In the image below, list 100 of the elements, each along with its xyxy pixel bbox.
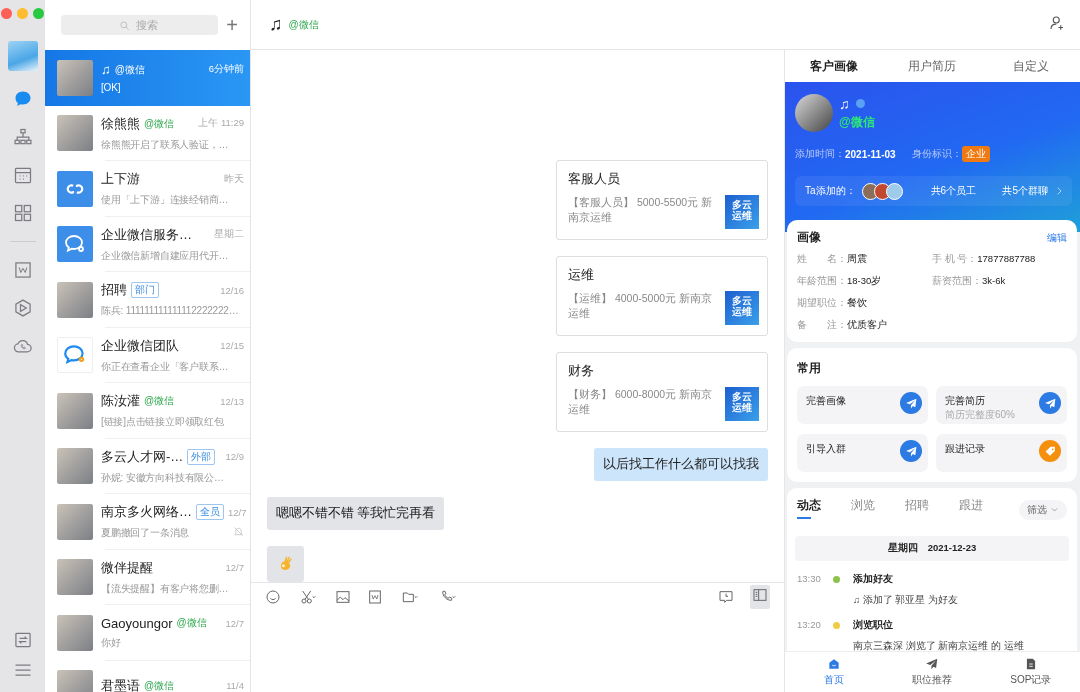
event-title: 浏览职位 (853, 619, 894, 632)
job-title: 运维 (568, 267, 595, 284)
nav-tab[interactable]: SOP记录 (981, 652, 1080, 692)
doc-icon (12, 260, 33, 280)
home-icon (827, 657, 842, 671)
staff-count: 共6个员工 (930, 184, 977, 198)
chat-item[interactable]: Gaoyoungor @微信 12/7 你好 (45, 605, 250, 661)
job-description: 【客服人员】 5000-5500元 新南京运维 (568, 195, 714, 226)
chat-history-icon (718, 589, 734, 606)
chat-time: 12/7 (225, 617, 244, 629)
added-by-bar[interactable]: Ta添加的： 共6个员工 共5个群聊 (795, 176, 1072, 206)
field-label: Ta添加的： (805, 184, 856, 198)
paper-plane-icon (1039, 392, 1061, 414)
org-icon (12, 127, 33, 147)
chat-time: 12/15 (220, 340, 244, 352)
job-thumbnail: 多云运维 (725, 387, 759, 421)
group-tag: 外部 (187, 448, 216, 465)
section-title: 常用 (797, 362, 821, 374)
chat-name: 企业微信服务… (101, 225, 192, 244)
wechat-tag: @微信 (144, 394, 175, 409)
chat-name: 多云人才网-… (101, 447, 184, 466)
wechat-tag: @微信 (288, 17, 319, 32)
group-count: 共5个群聊 (1002, 184, 1048, 198)
close-button[interactable] (1, 8, 12, 19)
field-label: 薪资范围： (932, 275, 982, 288)
activity-tab[interactable]: 招聘 (905, 498, 959, 526)
activity-tab[interactable]: 动态 (797, 498, 851, 526)
job-card[interactable]: 运维 【运维】 4000-5000元 新南京运维 多云运维 (556, 256, 768, 336)
tag-icon (1039, 440, 1061, 462)
message-preview: 【流失提醒】有客户将您删… (101, 581, 229, 596)
panel-tab[interactable]: 客户画像 (785, 50, 884, 82)
chat-time: 12/7 (228, 506, 247, 518)
chat-name: 微伴提醒 (101, 558, 153, 577)
job-card[interactable]: 财务 【财务】 6000-8000元 新南京运维 多云运维 (556, 352, 768, 432)
job-description: 【财务】 6000-8000元 新南京运维 (568, 387, 714, 418)
chat-time: 12/9 (225, 451, 244, 463)
identity-badge: 企业 (961, 146, 990, 162)
filter-button[interactable]: 筛选 (1019, 499, 1067, 520)
calendar-icon (12, 165, 33, 185)
image-icon (335, 589, 351, 606)
chat-item[interactable]: 多云人才网-… 外部 12/9 孙妮: 安徽方向科技有限公… (45, 438, 250, 494)
event-text: ♫ 添加了 郭亚星 为好友 (853, 594, 960, 607)
chat-time: 昨天 (224, 172, 244, 186)
group-tag: 全员 (196, 504, 224, 521)
zoom-button[interactable] (33, 8, 44, 19)
chat-item[interactable]: 徐熊熊 @微信 上午 11:29 徐熊熊开启了联系人验证，… (45, 105, 250, 161)
chat-name: 上下游 (101, 170, 140, 189)
panel-tab[interactable]: 用户简历 (883, 50, 982, 82)
minimize-button[interactable] (17, 8, 28, 19)
field-value: 餐饮 (847, 297, 867, 310)
field-label: 添加时间： (795, 147, 845, 161)
edit-link[interactable]: 编辑 (1047, 230, 1067, 245)
avatar-photo (57, 448, 93, 485)
nav-tab[interactable]: 首页 (785, 652, 884, 692)
field-value: 3k-6k (982, 275, 1006, 288)
event-text: 南京三森深 浏览了 新南京运维 的 运维 (853, 640, 1025, 651)
message-preview: 徐熊熊开启了联系人验证，… (101, 137, 229, 152)
customer-avatar (795, 94, 833, 132)
chat-item[interactable]: 陈汝灌 @微信 12/13 [链接]点击链接立即领取红包 (45, 383, 250, 439)
chat-name: 招聘 (101, 281, 127, 300)
chat-bubble-icon (57, 226, 93, 263)
search-field[interactable]: 搜索 (61, 15, 219, 35)
hexagon-icon (12, 298, 33, 318)
job-card[interactable]: 客服人员 【客服人员】 5000-5500元 新南京运维 多云运维 (556, 160, 768, 240)
activity-tab[interactable]: 跟进 (959, 498, 1013, 526)
shortcut-button[interactable]: 引导入群 (797, 434, 928, 472)
link-icon (57, 170, 93, 207)
field-value: 17877887788 (977, 253, 1036, 266)
chat-name: 南京多火网络… (101, 503, 192, 522)
chat-item[interactable]: 企业微信团队 12/15 你正在查看企业「客户联系… (45, 327, 250, 383)
shortcut-button[interactable]: 完善画像 (797, 386, 928, 424)
chat-name: 徐熊熊 (101, 114, 140, 133)
wechat-tag: @微信 (144, 678, 175, 692)
paper-plane-icon (900, 440, 922, 462)
message-preview: [OK] (101, 82, 121, 94)
nav-tab[interactable]: 职位推荐 (883, 652, 982, 692)
field-label: 身份标识： (911, 147, 962, 161)
wechat-tag: @微信 (144, 116, 175, 131)
event-time: 13:20 (797, 619, 822, 632)
message-bubble: 以后找工作什么都可以找我 (594, 448, 768, 481)
user-avatar[interactable] (7, 41, 38, 71)
wechat-tag: @微信 (176, 616, 207, 631)
chat-bubble-icon (57, 337, 93, 374)
avatar-photo (57, 59, 93, 96)
chat-item[interactable]: 招聘 部门 12/16 陈兵: 111111111111112222222… (45, 272, 250, 328)
chat-name: ♫ (101, 62, 111, 78)
chat-item[interactable]: ♫ @微信 6分钟前 [OK] (45, 50, 250, 106)
chat-item[interactable]: 微伴提醒 12/7 【流失提醒】有客户将您删… (45, 549, 250, 605)
message-preview: 孙妮: 安徽方向科技有限公… (101, 470, 224, 485)
shortcut-button[interactable]: 完善简历 简历完整度60% (936, 386, 1067, 424)
add-button[interactable]: + (226, 15, 238, 35)
panel-tab[interactable]: 自定义 (981, 50, 1080, 82)
field-value: 优质客户 (847, 319, 887, 332)
shortcut-button[interactable]: 跟进记录 (936, 434, 1067, 472)
search-icon (119, 20, 130, 31)
apps-icon (12, 203, 33, 223)
sidebar-icon (752, 587, 768, 604)
activity-tab[interactable]: 浏览 (851, 498, 905, 526)
field-label: 手 机 号： (932, 253, 978, 266)
chat-item[interactable]: 上下游 昨天 使用「上下游」连接经销商… (45, 161, 250, 217)
